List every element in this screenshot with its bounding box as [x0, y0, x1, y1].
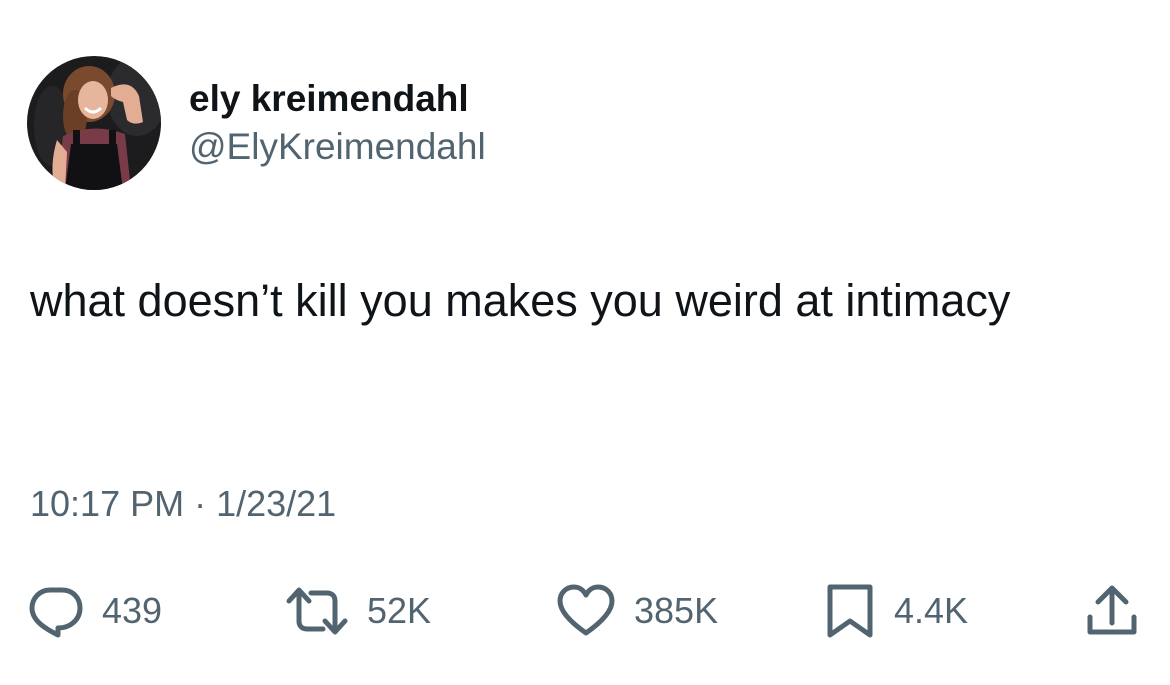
like-count: 385K — [634, 590, 719, 631]
avatar[interactable] — [27, 56, 161, 190]
bookmark-icon — [824, 583, 876, 639]
bookmark-count: 4.4K — [894, 590, 969, 631]
username-handle[interactable]: @ElyKreimendahl — [189, 125, 486, 169]
heart-icon — [556, 583, 616, 639]
tweet-date: 1/23/21 — [216, 483, 337, 524]
retweet-count: 52K — [367, 590, 432, 631]
reply-button[interactable]: 439 — [28, 583, 162, 639]
like-button[interactable]: 385K — [556, 583, 718, 639]
tweet-timestamp[interactable]: 10:17 PM · 1/23/21 — [30, 482, 336, 526]
tweet-card: ely kreimendahl @ElyKreimendahl what doe… — [0, 0, 1170, 685]
retweet-button[interactable]: 52K — [285, 583, 431, 639]
meta-separator: · — [194, 483, 207, 524]
tweet-header: ely kreimendahl @ElyKreimendahl — [27, 56, 486, 190]
speech-bubble-icon — [28, 583, 84, 639]
avatar-photo — [27, 56, 161, 190]
share-upload-icon — [1084, 583, 1140, 639]
tweet-text: what doesn’t kill you makes you weird at… — [30, 275, 1011, 326]
retweet-arrows-icon — [285, 583, 349, 639]
reply-count: 439 — [102, 590, 163, 631]
tweet-time: 10:17 PM — [30, 483, 185, 524]
display-name[interactable]: ely kreimendahl — [189, 77, 486, 121]
author-names: ely kreimendahl @ElyKreimendahl — [189, 77, 486, 169]
bookmark-button[interactable]: 4.4K — [824, 583, 968, 639]
action-bar: 439 52K 385K 4.4K — [0, 583, 1170, 639]
share-button[interactable] — [1084, 583, 1140, 639]
